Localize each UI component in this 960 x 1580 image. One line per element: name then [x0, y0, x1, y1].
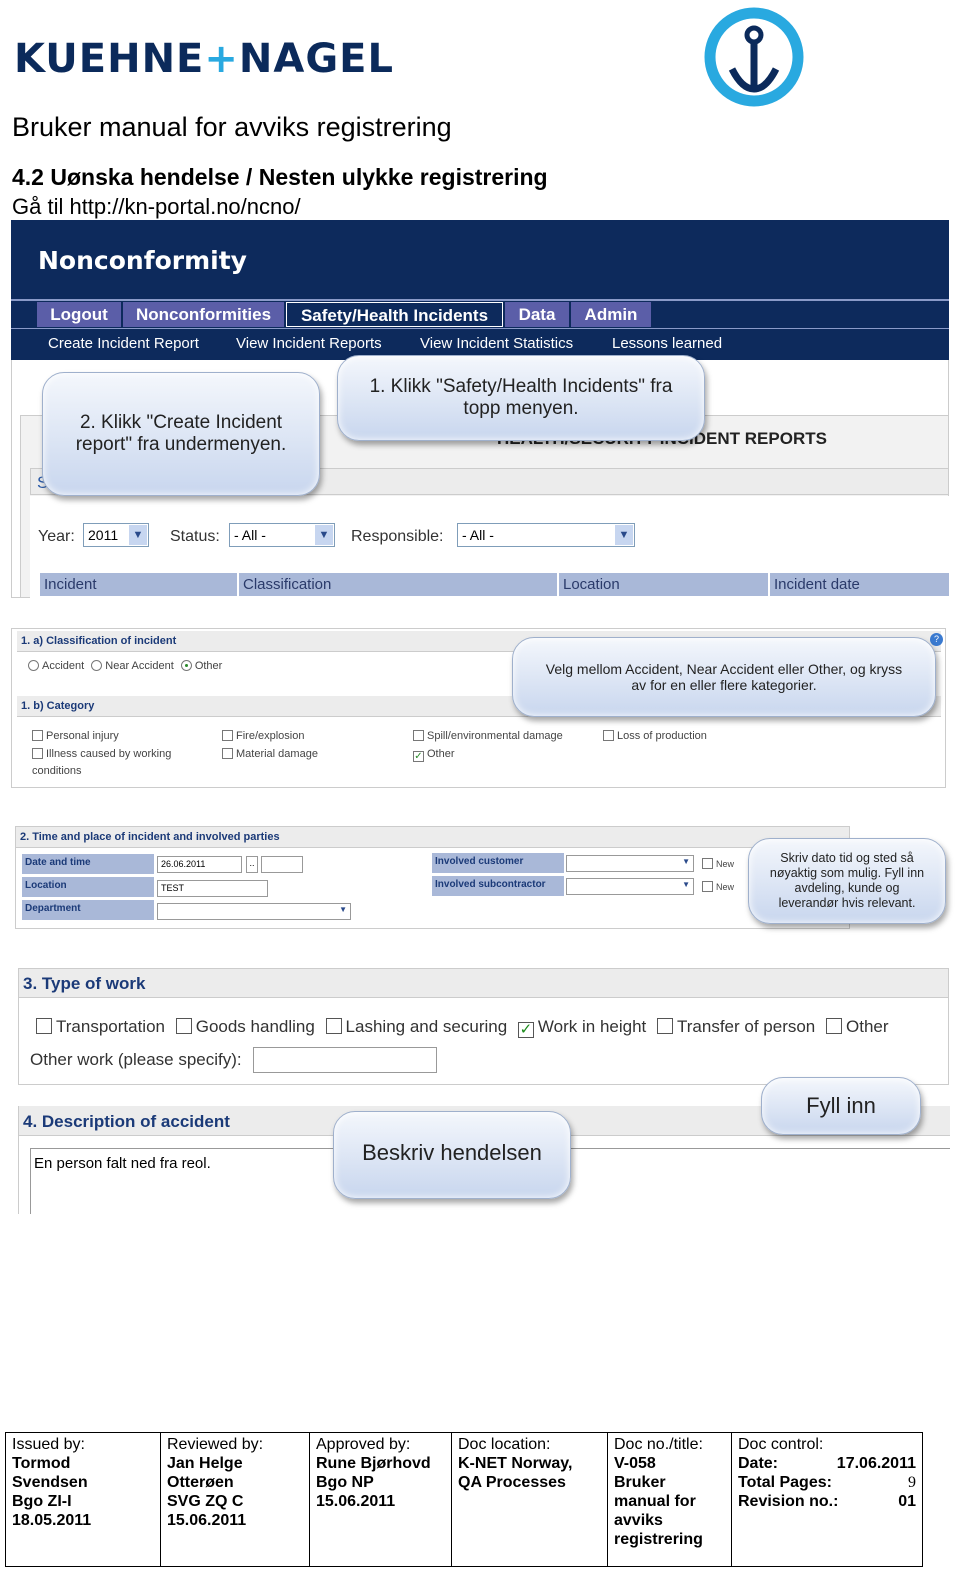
new-subcontractor-checkbox[interactable]: New: [702, 881, 734, 892]
date-input[interactable]: 26.06.2011: [157, 856, 242, 873]
checkbox-material-damage[interactable]: Material damage: [222, 746, 318, 763]
location-input[interactable]: TEST: [157, 880, 268, 897]
section-time-place: 2. Time and place of incident and involv…: [16, 827, 849, 848]
date-picker-button[interactable]: ..: [246, 856, 258, 873]
section-heading: 4.2 Uønska hendelse / Nesten ulykke regi…: [12, 164, 548, 190]
classification-radios: Accident Near Accident Other: [28, 660, 222, 672]
new-customer-checkbox[interactable]: New: [702, 858, 734, 869]
doc-control-cell: Doc control: Date: 17.06.2011 Total Pages…: [731, 1432, 923, 1567]
tab-safety-health-incidents[interactable]: Safety/Health Incidents: [286, 302, 503, 327]
checkbox-transfer-of-person[interactable]: Transfer of person: [657, 1017, 815, 1036]
checkbox-illness[interactable]: Illness caused by working conditions: [32, 746, 202, 780]
work-type-checkboxes: Transportation Goods handling Lashing an…: [36, 1017, 889, 1038]
checkbox-other-work[interactable]: Other: [826, 1017, 889, 1036]
chevron-down-icon: ▼: [315, 525, 333, 545]
department-label: Department: [22, 900, 154, 920]
radio-accident[interactable]: Accident: [28, 660, 84, 672]
app-title: Nonconformity: [38, 246, 247, 275]
tab-logout[interactable]: Logout: [37, 302, 121, 327]
checkbox-transportation[interactable]: Transportation: [36, 1017, 165, 1036]
department-select[interactable]: ▼: [157, 903, 351, 920]
checkbox-work-in-height[interactable]: ✓ Work in height: [517, 1017, 646, 1038]
time-input[interactable]: [261, 856, 303, 873]
callout-fill-in: Fyll inn: [761, 1077, 921, 1135]
year-label: Year:: [38, 528, 75, 545]
checkbox-loss-of-production[interactable]: Loss of production: [603, 728, 707, 745]
checkbox-fire-explosion[interactable]: Fire/explosion: [222, 728, 304, 745]
subcontractor-select[interactable]: ▼: [566, 878, 694, 895]
submenu-lessons-learned[interactable]: Lessons learned: [612, 335, 722, 352]
tab-data[interactable]: Data: [505, 302, 569, 327]
checkbox-spill[interactable]: Spill/environmental damage: [413, 728, 563, 745]
doc-number-cell: Doc no./title: V-058 Bruker manual for avvik…: [607, 1432, 732, 1567]
issued-by-cell: Issued by: Tormod Svendsen Bgo ZI-I 18.05.20…: [5, 1432, 161, 1567]
reviewed-by-cell: Reviewed by: Jan Helge Otterøen SVG ZQ C 15.…: [160, 1432, 310, 1567]
chevron-down-icon: ▼: [682, 857, 690, 866]
column-classification[interactable]: Classification: [239, 573, 557, 596]
responsible-label: Responsible:: [351, 528, 444, 545]
checkbox-other-category[interactable]: ✓ Other: [413, 746, 455, 763]
chevron-down-icon: ▼: [615, 525, 633, 545]
callout-step-2: 2. Klikk "Create Incident report" fra un…: [42, 372, 320, 496]
callout-time-place: Skriv dato tid og sted så nøyaktig som m…: [748, 838, 946, 924]
section-type-of-work: 3. Type of work: [19, 969, 948, 998]
submenu-create-incident-report[interactable]: Create Incident Report: [48, 335, 199, 352]
company-logo: KUEHNE+NAGEL: [14, 36, 394, 82]
screenshot-time-place: 2. Time and place of incident and involv…: [15, 826, 850, 929]
status-label: Status:: [170, 528, 220, 545]
portal-url-text: Gå til http://kn-portal.no/ncno/: [12, 194, 301, 219]
help-icon[interactable]: ?: [930, 633, 943, 646]
column-incident-date[interactable]: Incident date: [770, 573, 949, 596]
checkbox-lashing-securing[interactable]: Lashing and securing: [325, 1017, 507, 1036]
document-title: Bruker manual for avviks registrering: [12, 112, 452, 142]
chevron-down-icon: ▼: [682, 880, 690, 889]
callout-describe: Beskriv hendelsen: [333, 1111, 571, 1199]
tab-admin[interactable]: Admin: [571, 302, 651, 327]
chevron-down-icon: ▼: [339, 905, 347, 914]
other-work-label: Other work (please specify):: [30, 1050, 242, 1069]
status-select[interactable]: - All - ▼: [229, 523, 335, 547]
checkbox-goods-handling[interactable]: Goods handling: [175, 1017, 315, 1036]
customer-label: Involved customer: [432, 853, 564, 873]
year-select[interactable]: 2011 ▼: [83, 523, 149, 547]
callout-classification: Velg mellom Accident, Near Accident elle…: [512, 637, 936, 717]
document-control-table: Issued by: Tormod Svendsen Bgo ZI-I 18.05.20…: [5, 1432, 923, 1567]
tab-nonconformities[interactable]: Nonconformities: [123, 302, 284, 327]
customer-select[interactable]: ▼: [566, 855, 694, 872]
callout-step-1: 1. Klikk "Safety/Health Incidents" fra t…: [337, 355, 705, 441]
responsible-select[interactable]: - All - ▼: [457, 523, 635, 547]
doc-location-cell: Doc location: K-NET Norway, QA Processes: [451, 1432, 608, 1567]
subcontractor-label: Involved subcontractor: [432, 876, 564, 896]
checkbox-personal-injury[interactable]: Personal injury: [32, 728, 192, 745]
other-work-input[interactable]: [253, 1047, 437, 1073]
screenshot-type-of-work: 3. Type of work Transportation Goods han…: [18, 968, 949, 1085]
approved-by-cell: Approved by: Rune Bjørhovd Bgo NP 15.06.201…: [309, 1432, 452, 1567]
chevron-down-icon: ▼: [129, 525, 147, 545]
column-incident[interactable]: Incident: [40, 573, 237, 596]
column-location[interactable]: Location: [559, 573, 768, 596]
date-label: Date and time: [22, 854, 154, 874]
submenu-view-incident-statistics[interactable]: View Incident Statistics: [420, 335, 573, 352]
submenu-view-incident-reports[interactable]: View Incident Reports: [236, 335, 382, 352]
radio-other[interactable]: Other: [180, 660, 222, 672]
radio-near-accident[interactable]: Near Accident: [91, 660, 174, 672]
location-label: Location: [22, 877, 154, 897]
anchor-icon: [704, 7, 804, 107]
